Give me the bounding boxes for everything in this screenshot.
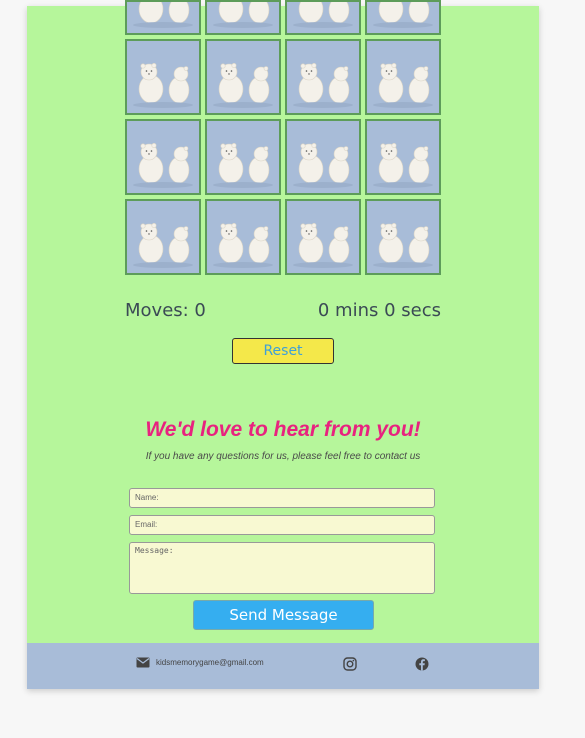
bear-card-art-icon xyxy=(293,62,353,108)
game-stats: Moves: 0 0 mins 0 secs xyxy=(125,300,441,324)
bear-card-art-icon xyxy=(213,142,273,188)
bear-card-art-icon xyxy=(373,222,433,268)
bear-card-art-icon xyxy=(293,142,353,188)
bear-card-art-icon xyxy=(293,222,353,268)
memory-card[interactable] xyxy=(125,39,201,115)
game-page: Moves: 0 0 mins 0 secs Reset We'd love t… xyxy=(27,0,539,689)
memory-card[interactable] xyxy=(205,199,281,275)
message-field[interactable]: Message: xyxy=(129,542,435,594)
bear-card-art-icon xyxy=(373,2,433,28)
send-message-button[interactable]: Send Message xyxy=(193,600,374,630)
memory-card[interactable] xyxy=(205,39,281,115)
memory-card[interactable] xyxy=(205,119,281,195)
memory-card[interactable] xyxy=(285,199,361,275)
moves-counter: Moves: 0 xyxy=(125,300,206,321)
memory-card[interactable] xyxy=(285,39,361,115)
contact-subtitle: If you have any questions for us, please… xyxy=(145,451,421,462)
memory-card[interactable] xyxy=(365,39,441,115)
memory-card[interactable] xyxy=(285,119,361,195)
envelope-icon xyxy=(136,657,150,668)
memory-card[interactable] xyxy=(365,0,441,35)
card-board xyxy=(125,0,443,275)
bear-card-art-icon xyxy=(373,142,433,188)
facebook-icon[interactable] xyxy=(415,657,429,671)
bear-card-art-icon xyxy=(133,142,193,188)
bear-card-art-icon xyxy=(133,62,193,108)
memory-card[interactable] xyxy=(125,199,201,275)
memory-card[interactable] xyxy=(125,0,201,35)
bear-card-art-icon xyxy=(293,2,353,28)
bear-card-art-icon xyxy=(373,62,433,108)
footer: kidsmemorygame@gmail.com xyxy=(27,643,539,689)
bear-card-art-icon xyxy=(213,2,273,28)
memory-card[interactable] xyxy=(285,0,361,35)
bear-card-art-icon xyxy=(133,2,193,28)
bear-card-art-icon xyxy=(133,222,193,268)
email-link[interactable]: kidsmemorygame@gmail.com xyxy=(136,657,264,668)
memory-card[interactable] xyxy=(365,119,441,195)
memory-card[interactable] xyxy=(125,119,201,195)
footer-email: kidsmemorygame@gmail.com xyxy=(156,658,264,667)
email-field[interactable]: Email: xyxy=(129,515,435,535)
instagram-icon[interactable] xyxy=(343,657,357,671)
memory-card[interactable] xyxy=(365,199,441,275)
name-field[interactable]: Name: xyxy=(129,488,435,508)
bear-card-art-icon xyxy=(213,222,273,268)
game-timer: 0 mins 0 secs xyxy=(317,300,441,321)
contact-title: We'd love to hear from you! xyxy=(145,418,421,441)
memory-card[interactable] xyxy=(205,0,281,35)
bear-card-art-icon xyxy=(213,62,273,108)
reset-button[interactable]: Reset xyxy=(232,338,334,364)
